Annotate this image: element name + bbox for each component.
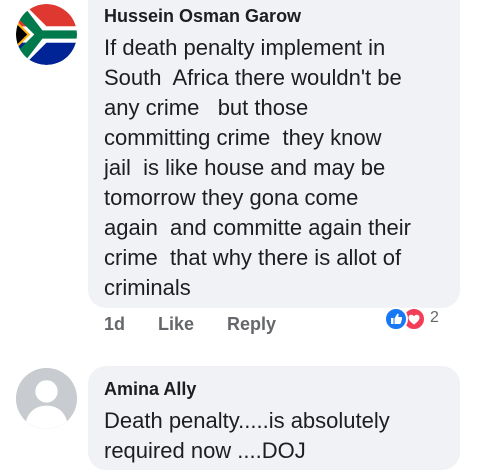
comment-text: Death penalty.....is absolutely required… bbox=[104, 408, 390, 463]
avatar[interactable] bbox=[16, 4, 77, 65]
south-africa-flag-icon bbox=[16, 4, 77, 65]
comment-timestamp[interactable]: 1d bbox=[104, 314, 125, 335]
default-avatar-icon bbox=[16, 368, 77, 429]
comments-thread: Hussein Osman Garow If death penalty imp… bbox=[0, 0, 479, 473]
like-reaction-icon bbox=[384, 307, 408, 331]
comment-text: If death penalty implement in South Afri… bbox=[104, 35, 411, 300]
like-button[interactable]: Like bbox=[158, 314, 194, 335]
reply-button[interactable]: Reply bbox=[227, 314, 276, 335]
comment-author[interactable]: Amina Ally bbox=[104, 379, 196, 400]
avatar[interactable] bbox=[16, 368, 77, 429]
comment-bubble: Hussein Osman Garow If death penalty imp… bbox=[88, 0, 460, 308]
comment-author[interactable]: Hussein Osman Garow bbox=[104, 6, 301, 27]
reaction-summary[interactable]: 2 bbox=[384, 306, 460, 332]
comment-bubble: Amina Ally Death penalty.....is absolute… bbox=[88, 366, 460, 470]
reaction-count: 2 bbox=[430, 309, 439, 326]
